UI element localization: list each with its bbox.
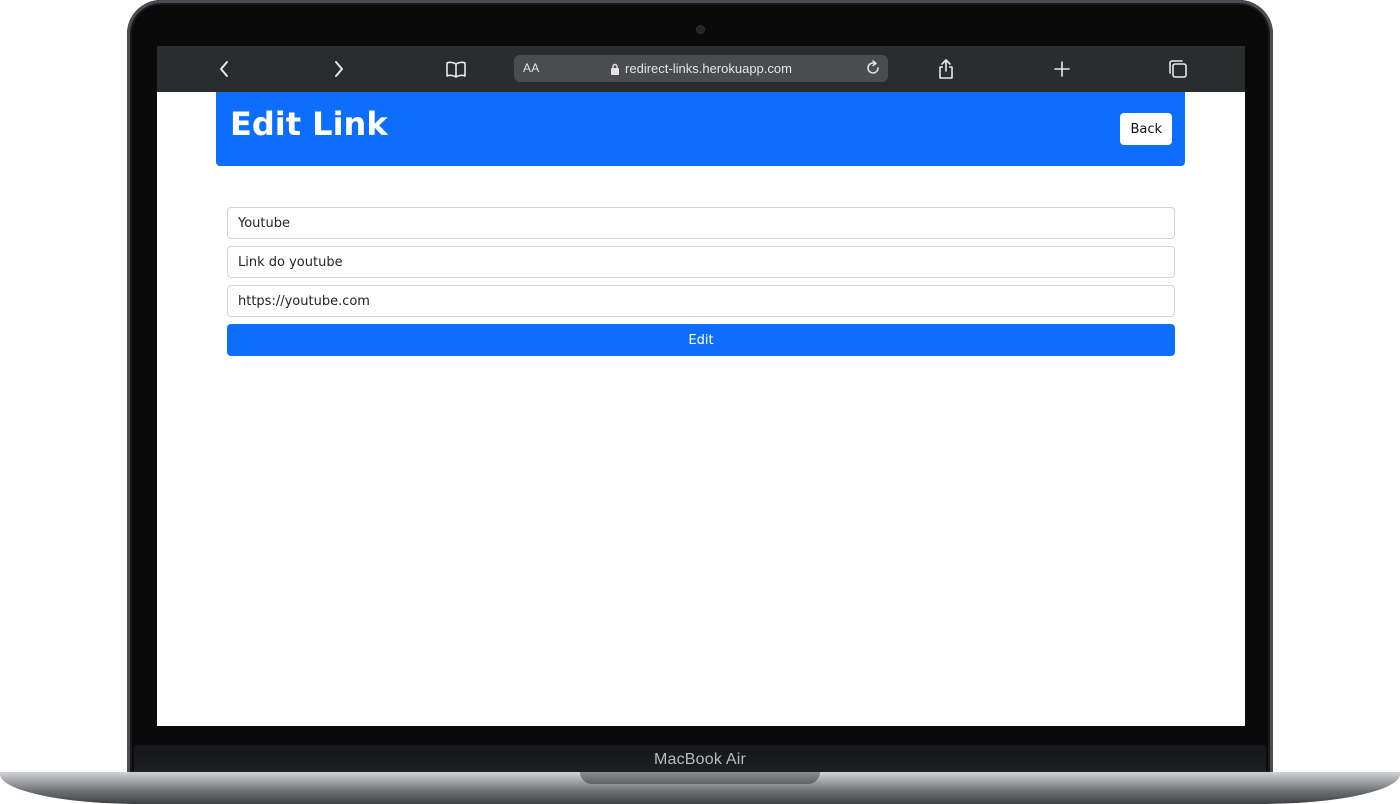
url-text: redirect-links.herokuapp.com bbox=[625, 61, 792, 76]
laptop-chin: MacBook Air bbox=[134, 745, 1266, 775]
edit-link-form: Edit bbox=[227, 207, 1175, 356]
tabs-icon[interactable] bbox=[1166, 57, 1190, 81]
laptop-notch bbox=[580, 772, 820, 784]
page-header: Edit Link Back bbox=[216, 92, 1185, 166]
plus-icon[interactable] bbox=[1050, 57, 1074, 81]
link-name-input[interactable] bbox=[227, 207, 1175, 239]
chevron-right-icon[interactable] bbox=[327, 57, 351, 81]
reload-icon[interactable] bbox=[864, 59, 882, 77]
camera-dot bbox=[697, 26, 704, 33]
chevron-left-icon[interactable] bbox=[212, 57, 236, 81]
edit-button[interactable]: Edit bbox=[227, 324, 1175, 356]
device-label: MacBook Air bbox=[653, 751, 746, 768]
browser-toolbar: AA redirect-links.herokuapp.com bbox=[157, 46, 1245, 92]
link-url-input[interactable] bbox=[227, 285, 1175, 317]
laptop-mockup: AA redirect-links.herokuapp.com Edit Lin… bbox=[0, 0, 1400, 804]
address-bar[interactable]: AA redirect-links.herokuapp.com bbox=[514, 55, 888, 82]
web-page: Edit Link Back Edit bbox=[157, 92, 1245, 726]
page-title: Edit Link bbox=[230, 105, 388, 143]
back-button[interactable]: Back bbox=[1120, 113, 1172, 145]
url-display: redirect-links.herokuapp.com bbox=[514, 61, 888, 76]
book-icon[interactable] bbox=[444, 57, 468, 81]
link-description-input[interactable] bbox=[227, 246, 1175, 278]
lock-icon bbox=[611, 63, 620, 75]
browser-window: AA redirect-links.herokuapp.com Edit Lin… bbox=[157, 46, 1245, 726]
share-icon[interactable] bbox=[934, 57, 958, 81]
